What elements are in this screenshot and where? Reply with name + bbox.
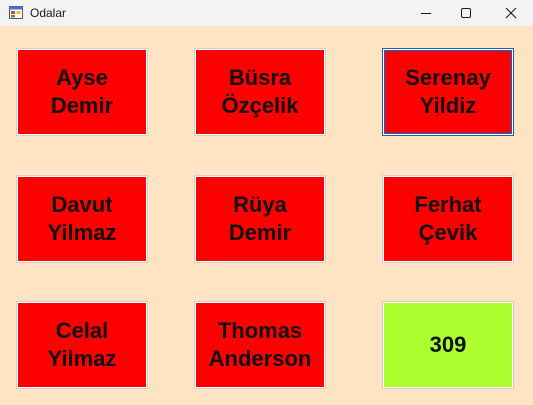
room-button[interactable]: Büsra Özçelik (194, 48, 326, 136)
room-button[interactable]: Ayse Demir (16, 48, 148, 136)
room-label: Davut Yilmaz (47, 192, 117, 245)
room-button[interactable]: Davut Yilmaz (16, 175, 148, 263)
room-label: Ferhat Çevik (414, 192, 482, 245)
room-label: Celal Yilmaz (47, 318, 117, 371)
room-button[interactable]: Serenay Yildiz (382, 48, 514, 136)
room-button[interactable]: 309 (382, 301, 514, 389)
minimize-button[interactable] (404, 0, 448, 26)
room-label: Büsra Özçelik (221, 65, 299, 118)
app-window-icon (9, 6, 23, 19)
maximize-icon (461, 8, 471, 18)
room-button[interactable]: Celal Yilmaz (16, 301, 148, 389)
room-label: Rüya Demir (228, 192, 292, 245)
room-label: Serenay Yildiz (405, 65, 491, 118)
main-window: Odalar Ayse Demir Büsra Özçelik Serenay … (0, 0, 533, 405)
room-label: Thomas Anderson (208, 318, 312, 371)
close-button[interactable] (489, 0, 533, 26)
room-button[interactable]: Ferhat Çevik (382, 175, 514, 263)
minimize-icon (421, 13, 431, 14)
title-bar[interactable]: Odalar (0, 0, 533, 26)
maximize-button[interactable] (444, 0, 488, 26)
window-title: Odalar (30, 6, 67, 20)
room-button[interactable]: Thomas Anderson (194, 301, 326, 389)
room-label: Ayse Demir (50, 65, 114, 118)
room-label: 309 (429, 332, 467, 357)
room-button[interactable]: Rüya Demir (194, 175, 326, 263)
close-icon (505, 7, 517, 19)
